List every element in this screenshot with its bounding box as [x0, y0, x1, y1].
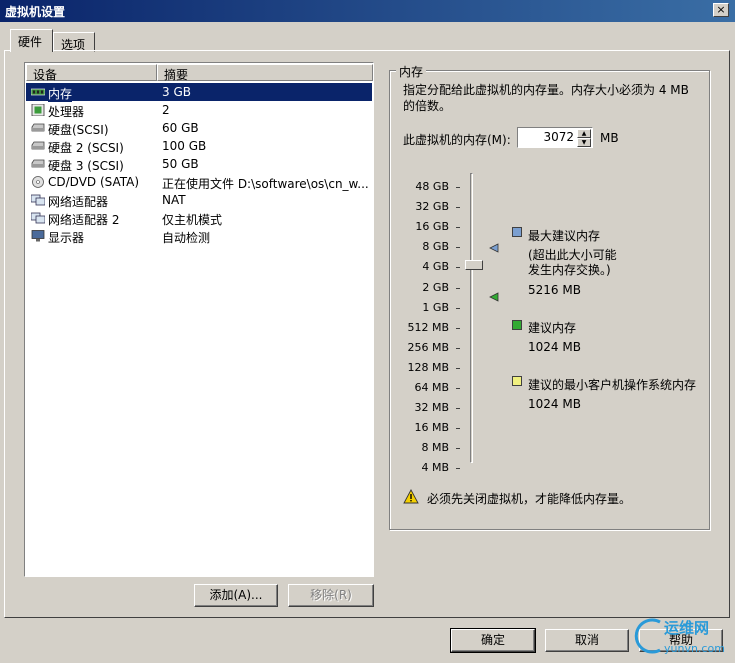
- title-bar: 虚拟机设置 ×: [0, 0, 735, 22]
- ok-button[interactable]: 确定: [450, 628, 536, 653]
- watermark-logo-icon: [634, 618, 661, 654]
- tab-panel: [4, 50, 730, 618]
- window-title: 虚拟机设置: [5, 5, 66, 19]
- close-button[interactable]: ×: [713, 3, 729, 17]
- tab-options[interactable]: 选项: [53, 32, 95, 52]
- cancel-button[interactable]: 取消: [545, 629, 629, 652]
- watermark-url: yunvn.com: [664, 642, 725, 655]
- close-icon: ×: [716, 3, 726, 16]
- tab-hardware[interactable]: 硬件: [10, 29, 53, 52]
- tab-hardware-label: 硬件: [18, 35, 43, 49]
- watermark-text: 运维网: [664, 619, 710, 637]
